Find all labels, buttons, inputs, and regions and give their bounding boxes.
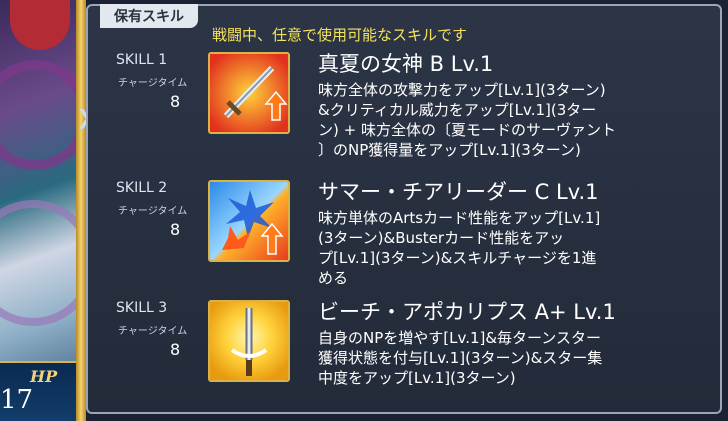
panel-tab: 保有スキル: [100, 4, 198, 28]
skill-description: 自身のNPを増やす[Lv.1]&毎ターンスター 獲得状態を付与[Lv.1](3タ…: [318, 329, 603, 387]
tentacle-decoration: [0, 200, 86, 326]
arts-buster-up-icon[interactable]: [208, 180, 290, 262]
hp-box: HP 17: [0, 361, 76, 421]
skill-row-3[interactable]: SKILL 3 チャージタイム 8 ビーチ・アポカリプス A+ Lv.1 自身の…: [88, 292, 718, 408]
skill-panel: 保有スキル 戦闘中、任意で使用可能なスキルです SKILL 1 チャージタイム …: [86, 4, 722, 414]
skill-name: サマー・チアリーダー C Lv.1: [318, 180, 599, 204]
skill-label: SKILL 1: [116, 52, 168, 68]
skill-row-1[interactable]: SKILL 1 チャージタイム 8 真夏の女神 B Lv.1 味方全体の攻撃力を…: [88, 44, 718, 160]
skill-description: 味方全体の攻撃力をアップ[Lv.1](3ターン) &クリティカル威力をアップ[L…: [318, 81, 616, 159]
skill-name: ビーチ・アポカリプス A+ Lv.1: [318, 300, 616, 324]
charge-time-value: 8: [170, 220, 181, 239]
charge-time-label: チャージタイム: [118, 326, 188, 337]
hp-label: HP: [30, 367, 58, 386]
skill-label: SKILL 2: [116, 180, 168, 196]
charge-time-label: チャージタイム: [118, 206, 188, 217]
hp-value: 17: [0, 385, 34, 415]
skill-description: 味方単体のArtsカード性能をアップ[Lv.1] (3ターン)&Busterカー…: [318, 209, 601, 287]
charge-time-value: 8: [170, 92, 181, 111]
panel-subtitle: 戦闘中、任意で使用可能なスキルです: [212, 26, 468, 44]
servant-portrait: HP 17: [0, 0, 86, 421]
umbrella-decoration: [10, 0, 70, 50]
charge-time-value: 8: [170, 340, 181, 359]
sword-glow-icon[interactable]: [208, 300, 290, 382]
skill-name: 真夏の女神 B Lv.1: [318, 52, 494, 76]
skill-label: SKILL 3: [116, 300, 168, 316]
skill-row-2[interactable]: SKILL 2 チャージタイム 8 サマー・チアリーダー C Lv.1 味方単体…: [88, 172, 718, 288]
charge-time-label: チャージタイム: [118, 78, 188, 89]
portrait-frame: [76, 0, 86, 421]
tentacle-decoration: [0, 60, 86, 170]
sword-up-icon[interactable]: [208, 52, 290, 134]
